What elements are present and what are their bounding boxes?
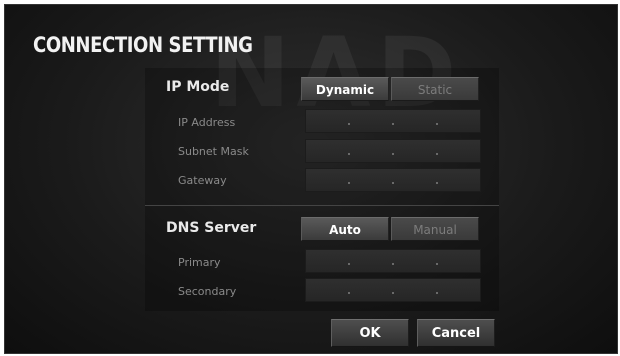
dns-server-label: DNS Server — [166, 220, 257, 236]
octet-separator — [348, 263, 350, 265]
octet-separator — [348, 153, 350, 155]
section-divider — [145, 205, 499, 206]
ip-mode-static-button[interactable]: Static — [391, 77, 479, 101]
secondary-dns-label: Secondary — [178, 285, 237, 298]
tv-screen: NAD CONNECTION SETTING IP Mode Dynamic S… — [4, 4, 618, 354]
octet-separator — [436, 182, 438, 184]
octet-separator — [348, 182, 350, 184]
octet-separator — [348, 123, 350, 125]
octet-separator — [392, 182, 394, 184]
subnet-mask-field[interactable] — [305, 139, 481, 163]
octet-separator — [436, 153, 438, 155]
octet-separator — [436, 292, 438, 294]
ok-button[interactable]: OK — [331, 319, 409, 347]
octet-separator — [436, 263, 438, 265]
cancel-button[interactable]: Cancel — [417, 319, 495, 347]
ip-address-label: IP Address — [178, 116, 236, 129]
octet-separator — [392, 153, 394, 155]
ip-mode-dynamic-button[interactable]: Dynamic — [301, 77, 389, 101]
dns-manual-button[interactable]: Manual — [391, 217, 479, 241]
gateway-label: Gateway — [178, 174, 227, 187]
ip-mode-label: IP Mode — [166, 79, 230, 95]
gateway-field[interactable] — [305, 168, 481, 192]
octet-separator — [392, 123, 394, 125]
secondary-dns-field[interactable] — [305, 278, 481, 302]
page-title: CONNECTION SETTING — [33, 33, 253, 57]
octet-separator — [392, 263, 394, 265]
primary-dns-field[interactable] — [305, 249, 481, 273]
ip-address-field[interactable] — [305, 109, 481, 133]
subnet-mask-label: Subnet Mask — [178, 145, 249, 158]
octet-separator — [392, 292, 394, 294]
octet-separator — [348, 292, 350, 294]
dns-auto-button[interactable]: Auto — [301, 217, 389, 241]
primary-dns-label: Primary — [178, 256, 221, 269]
octet-separator — [436, 123, 438, 125]
